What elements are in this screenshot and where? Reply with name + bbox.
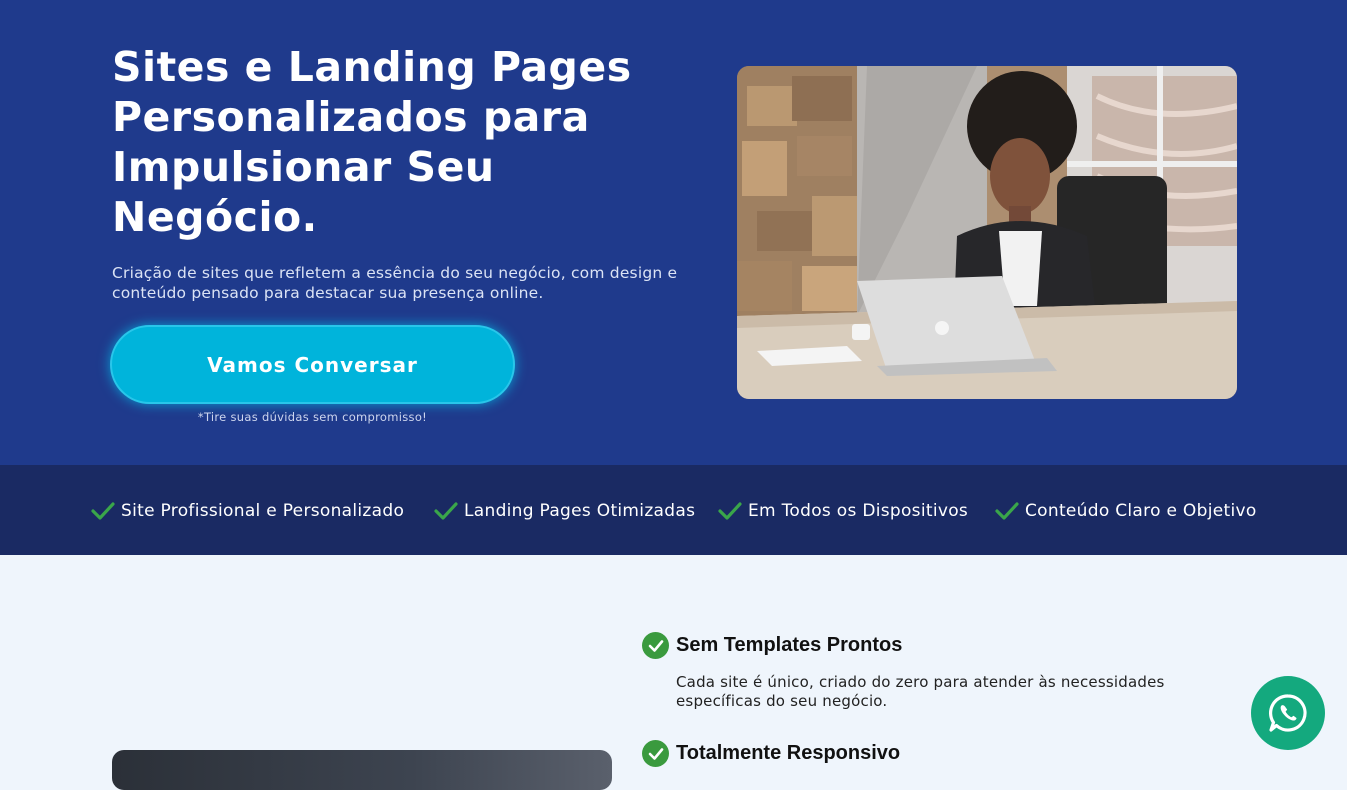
section-image xyxy=(112,750,612,790)
whatsapp-icon xyxy=(1269,694,1307,732)
feature-item-conteudo: Conteúdo Claro e Objetivo xyxy=(995,498,1257,524)
benefit-description: Cada site é único, criado do zero para a… xyxy=(676,673,1165,710)
woman-at-laptop-photo xyxy=(737,66,1237,399)
whatsapp-button[interactable] xyxy=(1251,676,1325,750)
check-circle-icon xyxy=(642,632,669,659)
feature-label: Conteúdo Claro e Objetivo xyxy=(1025,501,1257,521)
hero-photo xyxy=(737,66,1237,399)
feature-label: Em Todos os Dispositivos xyxy=(748,501,969,521)
feature-label: Landing Pages Otimizadas xyxy=(464,501,696,521)
check-icon xyxy=(718,502,742,520)
benefit-title: Totalmente Responsivo xyxy=(676,742,901,764)
hero-subtitle: Criação de sites que refletem a essência… xyxy=(112,264,678,302)
check-icon xyxy=(434,502,458,520)
feature-item-dispositivos: Em Todos os Dispositivos xyxy=(718,498,968,524)
hero-title: Sites e Landing Pages Personalizados par… xyxy=(112,43,632,241)
feature-label: Site Profissional e Personalizado xyxy=(121,501,405,521)
vamos-conversar-button[interactable]: Vamos Conversar xyxy=(110,325,515,404)
cta-note: *Tire suas dúvidas sem compromisso! xyxy=(197,410,428,424)
feature-item-site-profissional: Site Profissional e Personalizado xyxy=(91,498,404,524)
benefit-title: Sem Templates Prontos xyxy=(676,634,903,656)
check-icon xyxy=(995,502,1019,520)
feature-item-landing-pages: Landing Pages Otimizadas xyxy=(434,498,695,524)
check-circle-icon xyxy=(642,740,669,767)
check-icon xyxy=(91,502,115,520)
